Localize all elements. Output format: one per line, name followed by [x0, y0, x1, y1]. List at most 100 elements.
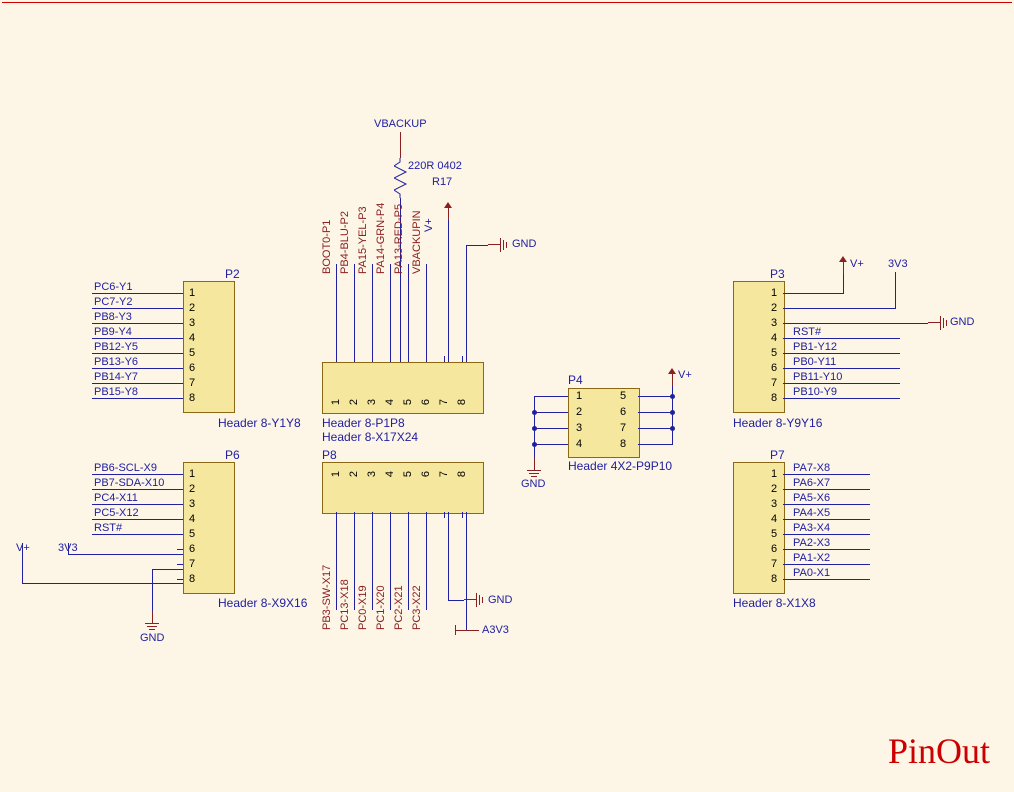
net-label: PC6-Y1 [94, 281, 133, 293]
net-wire [372, 264, 373, 356]
wire [534, 396, 568, 397]
pin-number: 3 [576, 422, 582, 434]
net-wire [92, 293, 177, 294]
pin-stub [177, 474, 183, 475]
net-label: PA6-X7 [793, 477, 830, 489]
pin-number: 6 [189, 543, 195, 555]
type-p3: Header 8-Y9Y16 [733, 416, 822, 430]
wire [448, 218, 449, 362]
pin-number: 7 [189, 377, 195, 389]
net-wire [354, 264, 355, 356]
type-p2: Header 8-Y1Y8 [218, 416, 301, 430]
pin-number: 8 [456, 471, 468, 477]
net-wire [426, 264, 427, 356]
pin-stub [177, 489, 183, 490]
wire [455, 630, 479, 631]
wire [534, 428, 568, 429]
pin-stub [177, 504, 183, 505]
gnd-label-p4: GND [521, 478, 545, 490]
refdes-p2: P2 [225, 267, 240, 281]
pin-stub [177, 368, 183, 369]
net-wire [92, 308, 177, 309]
pin-number: 1 [771, 468, 777, 480]
net-wire [789, 383, 900, 384]
net-wire [372, 518, 373, 610]
net-label: PB15-Y8 [94, 386, 138, 398]
net-label: PB0-Y11 [793, 356, 836, 368]
wire [22, 583, 183, 584]
pin-stub [390, 356, 391, 362]
refdes-p3: P3 [770, 267, 785, 281]
pin-stub [177, 383, 183, 384]
pin-stub [444, 356, 445, 362]
net-wire [390, 264, 391, 356]
wire [895, 272, 896, 309]
net-wire [92, 368, 177, 369]
pin-stub [177, 398, 183, 399]
net-label: PB6-SCL-X9 [94, 462, 157, 474]
pin-stub [177, 308, 183, 309]
header-p7 [733, 462, 785, 594]
net-wire [354, 518, 355, 610]
pin-number: 4 [189, 513, 195, 525]
pin-number: 7 [771, 377, 777, 389]
pin-stub [177, 323, 183, 324]
net-wire [426, 518, 427, 610]
net-label: PA4-X5 [793, 507, 830, 519]
pin-number: 7 [438, 471, 450, 477]
net-wire [92, 353, 177, 354]
net-label: PC3-X22 [411, 585, 423, 630]
net-label: PB10-Y9 [793, 386, 837, 398]
refdes-p7: P7 [770, 448, 785, 462]
gnd-label-p6: GND [140, 632, 164, 644]
wire [843, 272, 844, 294]
net-wire [92, 338, 177, 339]
net-label: PC4-X11 [94, 492, 138, 504]
page-title: PinOut [888, 730, 990, 772]
pin-number: 6 [771, 543, 777, 555]
refdes-p6: P6 [225, 448, 240, 462]
pin-number: 8 [771, 573, 777, 585]
pin-number: 4 [384, 399, 396, 405]
vplus-label-p3: V+ [850, 258, 864, 270]
pin-number: 4 [771, 332, 777, 344]
wire [466, 512, 467, 630]
pin-number: 2 [348, 399, 360, 405]
pin-number: 7 [620, 422, 626, 434]
pin-number: 1 [771, 287, 777, 299]
pin-number: 3 [771, 498, 777, 510]
wire [22, 543, 23, 583]
net-wire [789, 474, 870, 475]
r17-value: 220R 0402 [408, 160, 462, 172]
wire [448, 512, 449, 600]
pin-stub [783, 323, 789, 324]
pin-stub [177, 579, 183, 580]
wire [152, 569, 183, 570]
a3v3-label: A3V3 [482, 624, 509, 636]
type-p5a: Header 8-P1P8 [322, 416, 405, 430]
pin-number: 8 [620, 438, 626, 450]
pin-number: 2 [576, 406, 582, 418]
pin-stub [462, 512, 463, 518]
pin-stub [372, 356, 373, 362]
net-label: PA5-X6 [793, 492, 830, 504]
net-wire [92, 534, 177, 535]
pin-number: 2 [771, 302, 777, 314]
wire [638, 444, 672, 445]
wire [466, 245, 467, 362]
pin-number: 5 [189, 347, 195, 359]
net-wire [336, 518, 337, 610]
net-label: PA13-RED-P5 [393, 204, 405, 274]
net-wire [789, 398, 900, 399]
net-label: PB14-Y7 [94, 371, 138, 383]
net-label: PB7-SDA-X10 [94, 477, 164, 489]
net-wire [390, 518, 391, 610]
pin-number: 5 [402, 399, 414, 405]
net-label: PA15-YEL-P3 [357, 206, 369, 274]
3v3-label-p3: 3V3 [888, 258, 908, 270]
net-wire [789, 368, 900, 369]
header-p8 [322, 462, 484, 514]
net-wire [408, 518, 409, 610]
net-label: PB13-Y6 [94, 356, 138, 368]
wire [638, 396, 672, 397]
